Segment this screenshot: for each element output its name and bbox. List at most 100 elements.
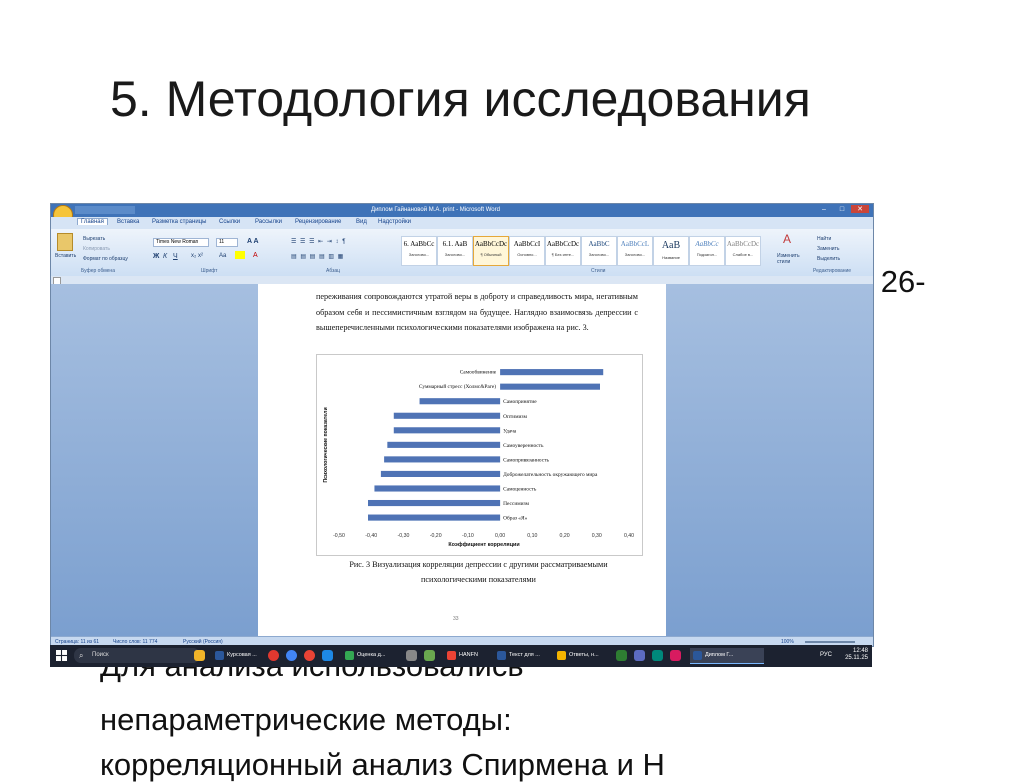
change-styles-button[interactable]: Изменить стили: [777, 253, 807, 265]
style-normal[interactable]: AaBbCcDc ¶ Обычный: [473, 236, 509, 266]
style-heading3[interactable]: AaBbC Заголово...: [581, 236, 617, 266]
taskbar-search-label: Поиск: [92, 652, 109, 658]
chart-bar: [419, 398, 501, 405]
style-subtle[interactable]: AaBbCcDc Слабое в...: [725, 236, 761, 266]
style-heading1[interactable]: 6. AaBbCc Заголово...: [401, 236, 437, 266]
select-button[interactable]: Выделить: [817, 256, 840, 262]
align-icons[interactable]: ▤ ▤ ▤ ▤ ▥ ▦: [291, 253, 344, 260]
font-color-icon[interactable]: A: [253, 252, 258, 259]
tab-references[interactable]: Ссылки: [219, 219, 240, 225]
clipboard-group-label: Буфер обмена: [81, 268, 115, 274]
format-painter-button[interactable]: Формат по образцу: [83, 256, 128, 262]
quick-access-toolbar[interactable]: [75, 206, 135, 214]
tab-home[interactable]: Главная: [77, 218, 108, 225]
language-indicator[interactable]: РУС: [820, 652, 832, 659]
chart-tick-label: -0,20: [430, 533, 442, 539]
chart-category-label: Оптимизм: [503, 414, 527, 420]
chart-bar: [387, 441, 501, 448]
zoom-slider[interactable]: [805, 641, 855, 643]
underline-icon[interactable]: Ч: [173, 253, 178, 260]
chart-category-label: Самоуверенность: [503, 443, 544, 449]
chart-x-axis-label: Коэффициент корреляции: [448, 541, 519, 548]
style-subtitle[interactable]: AaBbCc Подзагол...: [689, 236, 725, 266]
ruler: [51, 276, 873, 285]
chrome-icon[interactable]: [286, 650, 297, 661]
file-explorer-icon[interactable]: [194, 650, 205, 661]
change-case-icon[interactable]: Aa: [219, 253, 226, 259]
taskbar-search[interactable]: ⌕ Поиск: [74, 648, 200, 663]
paste-button[interactable]: Вставить: [55, 253, 76, 259]
paste-icon[interactable]: [57, 233, 73, 251]
font-name-select[interactable]: Times New Roman: [153, 238, 209, 247]
word-window: Диплом Гайнановой М.А. print - Microsoft…: [50, 203, 874, 647]
tab-addins[interactable]: Надстройки: [378, 219, 411, 225]
cut-button[interactable]: Вырезать: [83, 236, 105, 242]
chart-category-label: Удача: [503, 428, 517, 434]
slide-text-line2: непараметрические методы:: [100, 702, 512, 737]
tab-insert[interactable]: Вставка: [117, 219, 139, 225]
tab-review[interactable]: Рецензирование: [295, 219, 341, 225]
telegram-icon[interactable]: [322, 650, 333, 661]
clock-time[interactable]: 12:48: [853, 648, 868, 654]
grow-font-icon[interactable]: A A: [247, 238, 259, 245]
bold-icon[interactable]: Ж: [153, 253, 159, 260]
chart-bar: [368, 499, 501, 507]
italic-icon[interactable]: К: [163, 253, 167, 260]
style-no-spacing[interactable]: AaBbCcDc ¶ Без инте...: [545, 236, 581, 266]
style-heading2[interactable]: 6.1. AaB Заголово...: [437, 236, 473, 266]
font-group-label: Шрифт: [201, 268, 218, 274]
windows-start-icon[interactable]: [56, 650, 67, 661]
clock-date[interactable]: 25.11.25: [845, 655, 868, 661]
chart-tick-label: 0,30: [592, 533, 602, 539]
ribbon-tabs: Главная Вставка Разметка страницы Ссылки…: [51, 217, 873, 229]
replace-button[interactable]: Заменить: [817, 246, 839, 252]
correlation-chart: Самообвинение Суммарный стресс (Холмс&Раг…: [316, 354, 643, 556]
highlight-icon[interactable]: [235, 251, 245, 259]
style-title[interactable]: AaB Название: [653, 236, 689, 266]
list-icons[interactable]: ☰ ☰ ☰ ⇤ ⇥ ↕ ¶: [291, 238, 346, 245]
find-button[interactable]: Найти: [817, 236, 831, 242]
window-controls: – □ ✕: [815, 205, 869, 213]
app-icon-5[interactable]: [670, 650, 681, 661]
change-styles-icon[interactable]: A: [783, 232, 791, 246]
style-body[interactable]: AaBbCcI Основно...: [509, 236, 545, 266]
app-icon-4[interactable]: [652, 650, 663, 661]
maximize-icon[interactable]: □: [833, 206, 851, 213]
chart-category-label: Самопринятие: [503, 399, 537, 405]
taskbar-app-diploma[interactable]: Диплом Г...: [690, 648, 764, 664]
app-icon-3[interactable]: [634, 650, 645, 661]
title-bar: Диплом Гайнановой М.А. print - Microsoft…: [51, 204, 873, 217]
close-icon[interactable]: ✕: [851, 205, 869, 213]
copy-button[interactable]: Копировать: [83, 246, 110, 252]
chart-category-label: Пессимизм: [503, 501, 529, 507]
chart-bar: [384, 456, 501, 463]
chart-tick-label: 0,20: [560, 533, 570, 539]
chart-bar: [393, 427, 501, 434]
opera-icon[interactable]: [304, 650, 315, 661]
editing-group-label: Редактирование: [813, 268, 852, 274]
chart-category-label: Суммарный стресс (Холмс&Раге): [419, 383, 496, 390]
chart-category-label: Самоценность: [503, 486, 537, 492]
yandex-icon[interactable]: [268, 650, 279, 661]
document-area[interactable]: переживания сопровождаются утратой веры …: [51, 284, 873, 636]
chart-tick-label: -0,10: [462, 533, 474, 539]
styles-group-label: Стили: [591, 268, 606, 274]
app-icon-2[interactable]: [616, 650, 627, 661]
search-icon: ⌕: [79, 651, 84, 660]
app-icon[interactable]: [424, 650, 435, 661]
chart-category-label: Доброжелательность окружающего мира: [503, 471, 598, 478]
taskbar-app-assessment[interactable]: Оценка д...: [342, 648, 416, 663]
files-icon[interactable]: [406, 650, 417, 661]
paragraph-group-label: Абзац: [326, 268, 341, 274]
minimize-icon[interactable]: –: [815, 206, 833, 213]
slide-text-line3: корреляционный анализ Спирмена и Н: [100, 747, 665, 782]
tab-view[interactable]: Вид: [356, 219, 367, 225]
font-size-select[interactable]: 11: [216, 238, 238, 247]
subscript-icon[interactable]: x₂ x²: [191, 253, 203, 259]
document-page[interactable]: переживания сопровождаются утратой веры …: [258, 284, 666, 636]
tab-page-layout[interactable]: Разметка страницы: [152, 219, 206, 225]
chart-bar: [368, 514, 501, 521]
style-heading4[interactable]: AaBbCcL Заголово...: [617, 236, 653, 266]
tab-mailings[interactable]: Рассылки: [255, 219, 282, 225]
chart-category-label: Самообвинение: [460, 368, 497, 375]
